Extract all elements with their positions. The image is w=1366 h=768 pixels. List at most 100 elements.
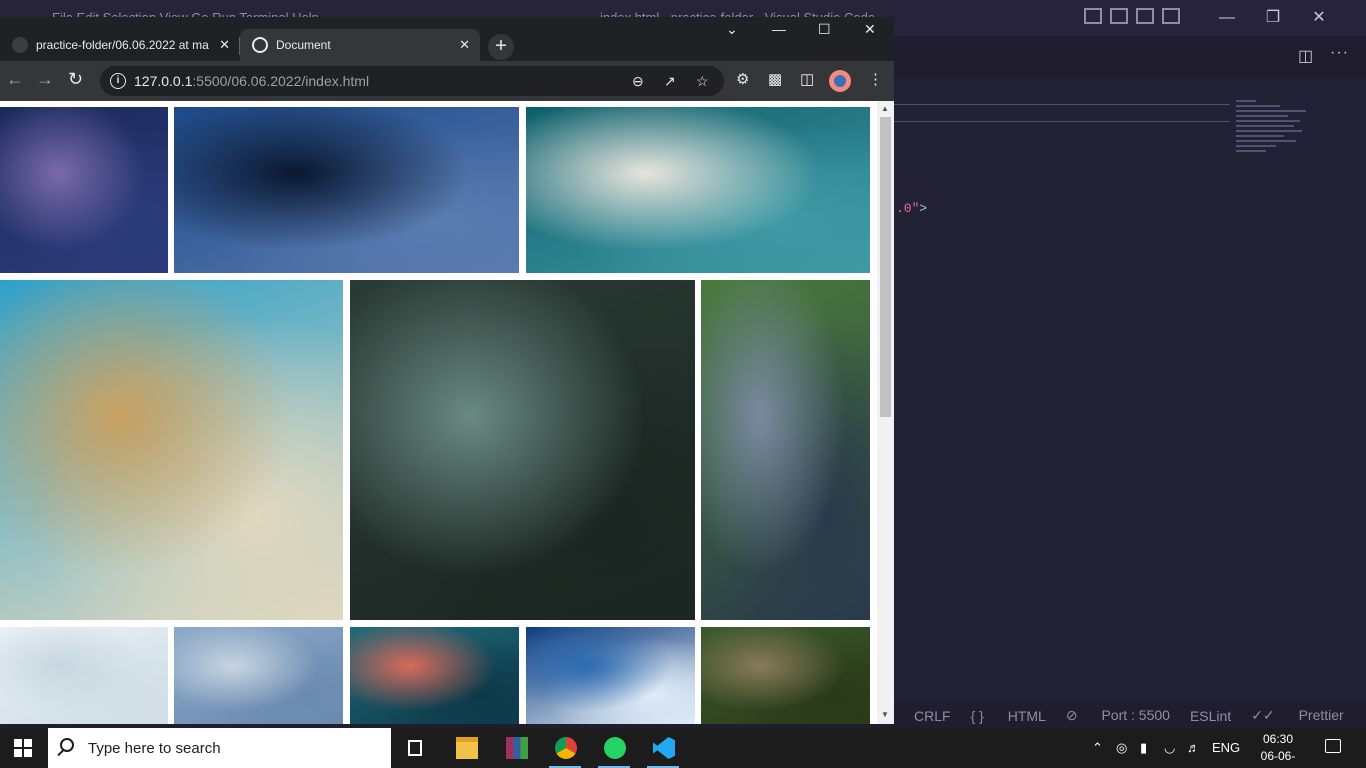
gallery-image-cloudy-sky [174,627,343,724]
task-view-button[interactable] [392,728,440,768]
gallery-image-milky-way [0,107,168,273]
toggle-secondary-sidebar-icon[interactable] [1136,8,1154,24]
editor-tabbar [894,36,1366,78]
search-icon [60,738,74,752]
volume-icon[interactable]: ♬ [1187,740,1200,755]
gallery-image-pale-sky [0,627,168,724]
chrome-window: practice-folder/06.06.2022 at ma ✕ Docum… [0,17,894,724]
tab-title: Document [276,38,331,52]
url-text[interactable]: 127.0.0.1:5500/06.06.2022/index.html [134,73,369,89]
gallery-image-rocky-stream [701,280,870,620]
reload-icon[interactable]: ↻ [68,69,83,90]
language-status[interactable]: { } HTML [971,708,1046,724]
globe-icon [252,37,268,53]
minimap[interactable] [1236,100,1314,162]
toggle-panel-icon[interactable] [1110,8,1128,24]
minimize-icon[interactable]: — [772,21,786,37]
search-placeholder: Type here to search [88,740,221,757]
whatsapp-button[interactable] [590,728,638,768]
extensions-puzzle-icon[interactable]: ▩ [768,70,782,88]
close-tab-icon[interactable]: ✕ [459,37,470,53]
tab-strip: practice-folder/06.06.2022 at ma ✕ Docum… [0,17,894,61]
zoom-icon[interactable]: ⊖ [632,73,644,90]
close-icon[interactable]: ✕ [1296,6,1342,30]
editor-area[interactable] [894,78,1366,700]
gallery-image-sea-turtle [0,280,343,620]
scroll-up-arrow-icon[interactable]: ▲ [881,104,889,113]
tab-title: practice-folder/06.06.2022 at ma [36,38,209,52]
whatsapp-icon [604,737,626,759]
new-tab-button[interactable]: + [488,34,514,60]
gallery-image-starry-cloud [526,627,695,724]
restore-icon[interactable]: ❐ [1250,6,1296,30]
toggle-primary-sidebar-icon[interactable] [1084,8,1102,24]
gallery-image-sunset-clouds [350,627,519,724]
winrar-icon [506,737,528,759]
scrollbar-thumb[interactable] [880,117,891,417]
maximize-icon[interactable]: ☐ [818,21,831,38]
show-hidden-icons-chevron-icon[interactable]: ⌃ [1092,740,1103,756]
gallery-image-bamboo-forest [701,627,870,724]
back-arrow-icon[interactable]: ← [6,69,24,90]
gallery-image-night-forest [174,107,519,273]
site-info-icon[interactable]: i [110,73,126,89]
settings-gear-icon[interactable]: ⚙ [736,70,749,88]
system-clock[interactable]: 06:30 06-06-2022 [1248,731,1308,768]
split-editor-icon[interactable]: ◫ [1298,46,1313,66]
meet-now-icon[interactable]: ◎ [1116,740,1127,756]
vscode-window-controls: — ❐ ✕ [1204,6,1342,30]
minimize-icon[interactable]: — [1204,6,1250,30]
code-tag: > [919,201,928,216]
scroll-down-arrow-icon[interactable]: ▼ [881,710,889,719]
start-button[interactable] [14,739,32,757]
tab-practice-folder[interactable]: practice-folder/06.06.2022 at ma ✕ [0,29,240,61]
close-icon[interactable]: ✕ [864,21,876,38]
file-explorer-button[interactable] [442,728,490,768]
task-view-icon [408,740,422,756]
chrome-menu-icon[interactable]: ⋮ [868,70,883,88]
address-bar[interactable]: i 127.0.0.1:5500/06.06.2022/index.html ⊖… [100,66,724,96]
tab-search-icon[interactable]: ⌄ [726,21,738,38]
eol-status[interactable]: CRLF [914,708,951,724]
url-host: 127.0.0.1 [134,73,193,89]
windows-taskbar: Type here to search ⌃ ◎ ▮ ◡ ♬ ENG 06:30 … [0,728,1366,768]
chrome-icon [555,737,577,759]
editor-line-highlight [894,104,1230,105]
customize-layout-icon[interactable] [1162,8,1180,24]
forward-arrow-icon[interactable]: → [36,69,54,90]
editor-line-highlight [894,121,1230,122]
side-panel-icon[interactable]: ◫ [800,70,814,88]
github-icon [12,37,28,53]
bookmark-star-icon[interactable]: ☆ [696,73,709,90]
clock-date: 06-06-2022 [1260,749,1296,768]
notification-center-icon[interactable] [1325,739,1341,753]
page-scrollbar[interactable]: ▲ ▼ [877,101,894,724]
gallery-image-beach-waves [526,107,870,273]
prettier-status[interactable]: ✓✓ Prettier [1251,707,1343,724]
close-tab-icon[interactable]: ✕ [219,37,230,53]
vscode-taskbar-button[interactable] [639,728,687,768]
windows-logo-icon [14,739,22,747]
winrar-button[interactable] [492,728,540,768]
battery-icon[interactable]: ▮ [1140,740,1147,756]
code-string: .0" [896,201,920,216]
wifi-icon[interactable]: ◡ [1164,740,1175,756]
vscode-icon [653,737,675,759]
language-indicator[interactable]: ENG [1212,740,1240,755]
prettier-label: Prettier [1298,707,1344,723]
live-server-status[interactable]: ⊘ Port : 5500 [1066,707,1170,724]
port-label: Port : 5500 [1101,707,1170,723]
code-line: .0"> [896,201,927,216]
eslint-status[interactable]: ESLint [1190,708,1231,724]
gallery-image-misty-forest [350,280,695,620]
chrome-taskbar-button[interactable] [541,728,589,768]
clock-time: 06:30 [1262,732,1294,746]
taskbar-search-box[interactable]: Type here to search [48,728,391,768]
profile-avatar[interactable] [829,70,851,92]
page-viewport[interactable]: ▲ ▼ [0,101,894,724]
tab-document[interactable]: Document ✕ [240,29,480,61]
language-label: HTML [1007,707,1046,724]
folder-icon [456,737,478,759]
share-icon[interactable]: ↗ [664,73,676,90]
more-actions-icon[interactable]: ··· [1330,44,1349,62]
